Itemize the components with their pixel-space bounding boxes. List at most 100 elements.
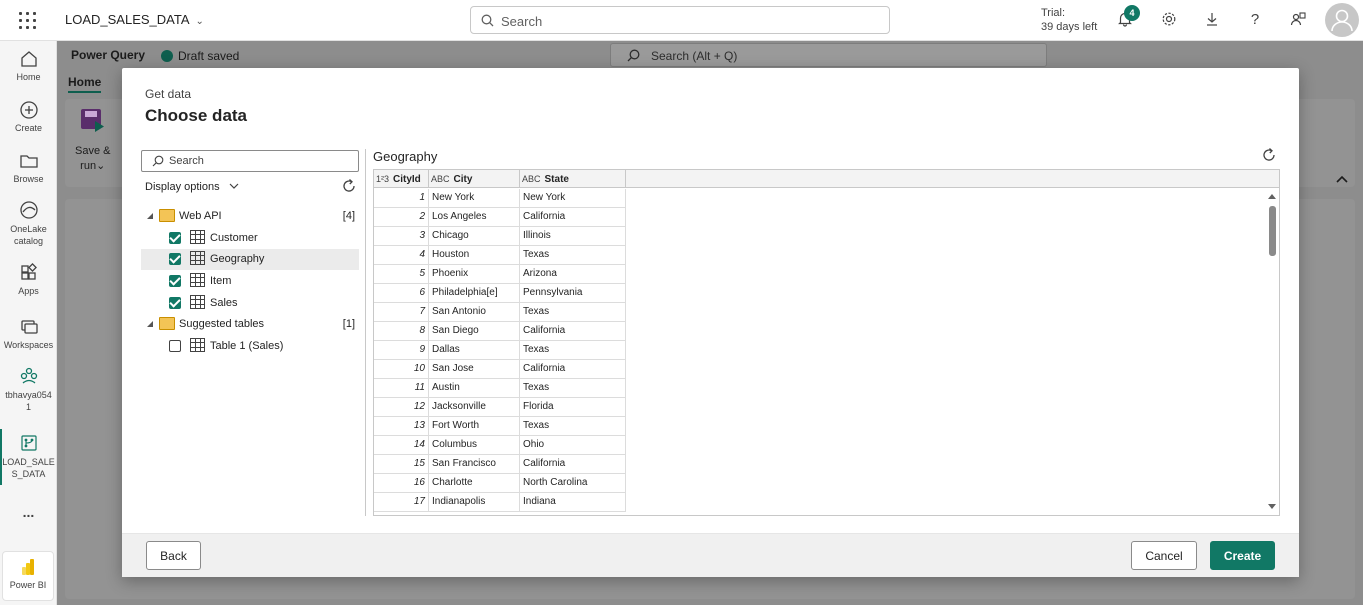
nav-more-button[interactable]: ... <box>0 504 57 520</box>
share-feedback-icon[interactable] <box>1289 11 1307 29</box>
cell-cityid[interactable]: 10 <box>374 360 429 379</box>
cell-state[interactable]: Texas <box>520 417 626 436</box>
cell-cityid[interactable]: 8 <box>374 322 429 341</box>
cell-cityid[interactable]: 5 <box>374 265 429 284</box>
scroll-down-arrow-icon[interactable] <box>1268 504 1276 509</box>
nav-browse[interactable]: Browse <box>0 151 57 184</box>
cell-state[interactable]: Texas <box>520 341 626 360</box>
cell-city[interactable]: San Diego <box>429 322 520 341</box>
cell-state[interactable]: New York <box>520 189 626 208</box>
cell-cityid[interactable]: 15 <box>374 455 429 474</box>
navigator-refresh-icon[interactable] <box>341 178 357 194</box>
cell-city[interactable]: Philadelphia[e] <box>429 284 520 303</box>
cell-cityid[interactable]: 3 <box>374 227 429 246</box>
cell-state[interactable]: Illinois <box>520 227 626 246</box>
cell-state[interactable]: Texas <box>520 246 626 265</box>
cell-state[interactable]: Pennsylvania <box>520 284 626 303</box>
table1-sales-checkbox[interactable] <box>169 340 181 352</box>
preview-refresh-icon[interactable] <box>1261 147 1277 163</box>
preview-vertical-scrollbar[interactable] <box>1265 188 1279 515</box>
cell-city[interactable]: San Jose <box>429 360 520 379</box>
settings-gear-icon[interactable] <box>1160 11 1178 29</box>
cell-city[interactable]: Charlotte <box>429 474 520 493</box>
cell-cityid[interactable]: 9 <box>374 341 429 360</box>
cell-state[interactable]: Arizona <box>520 265 626 284</box>
nav-load-sales-data[interactable]: LOAD_SALE S_DATA <box>0 433 57 480</box>
cell-cityid[interactable]: 1 <box>374 189 429 208</box>
scroll-up-arrow-icon[interactable] <box>1268 194 1276 199</box>
cell-city[interactable]: New York <box>429 189 520 208</box>
cell-city[interactable]: Phoenix <box>429 265 520 284</box>
app-launcher-icon[interactable] <box>19 12 37 30</box>
back-button[interactable]: Back <box>146 541 201 570</box>
nav-workspace-tbhavya[interactable]: tbhavya054 1 <box>0 366 57 413</box>
cell-city[interactable]: Los Angeles <box>429 208 520 227</box>
tree-item-geography[interactable]: Geography <box>141 249 359 270</box>
navigator-search-input[interactable]: Search <box>141 150 359 172</box>
cell-state[interactable]: Texas <box>520 379 626 398</box>
cell-cityid[interactable]: 17 <box>374 493 429 512</box>
cell-cityid[interactable]: 14 <box>374 436 429 455</box>
cell-cityid[interactable]: 12 <box>374 398 429 417</box>
cell-cityid[interactable]: 16 <box>374 474 429 493</box>
cell-state[interactable]: Indiana <box>520 493 626 512</box>
cell-city[interactable]: Indianapolis <box>429 493 520 512</box>
global-search-input[interactable]: Search <box>470 6 890 34</box>
nav-workspaces[interactable]: Workspaces <box>0 317 57 350</box>
workspaces-icon <box>20 320 38 334</box>
tree-item-table1-sales[interactable]: Table 1 (Sales) <box>141 336 359 357</box>
cell-state[interactable]: Texas <box>520 303 626 322</box>
help-icon[interactable]: ? <box>1246 11 1264 29</box>
cell-city[interactable]: Austin <box>429 379 520 398</box>
nav-create[interactable]: Create <box>0 100 57 133</box>
tree-folder-suggested-tables[interactable]: Suggested tables [1] <box>141 314 359 335</box>
cell-cityid[interactable]: 13 <box>374 417 429 436</box>
customer-checkbox[interactable] <box>169 232 181 244</box>
expand-collapse-icon[interactable] <box>147 213 153 219</box>
cell-cityid[interactable]: 2 <box>374 208 429 227</box>
tree-item-customer[interactable]: Customer <box>141 228 359 249</box>
cell-state[interactable]: California <box>520 360 626 379</box>
item-checkbox[interactable] <box>169 275 181 287</box>
cell-state[interactable]: North Carolina <box>520 474 626 493</box>
cell-state[interactable]: Florida <box>520 398 626 417</box>
cell-cityid[interactable]: 4 <box>374 246 429 265</box>
cell-state[interactable]: California <box>520 208 626 227</box>
column-header-cityid[interactable]: 1²3 CityId <box>374 170 429 188</box>
cell-state[interactable]: Ohio <box>520 436 626 455</box>
cell-city[interactable]: Fort Worth <box>429 417 520 436</box>
nav-home[interactable]: Home <box>0 49 57 82</box>
cell-city[interactable]: Jacksonville <box>429 398 520 417</box>
cell-state[interactable]: California <box>520 322 626 341</box>
nav-onelake-catalog[interactable]: OneLake catalog <box>0 200 57 247</box>
cell-state[interactable]: California <box>520 455 626 474</box>
cell-cityid[interactable]: 6 <box>374 284 429 303</box>
cell-city[interactable]: Chicago <box>429 227 520 246</box>
display-options-dropdown[interactable]: Display options <box>145 181 239 193</box>
tree-folder-web-api[interactable]: Web API [4] <box>141 206 359 227</box>
user-avatar[interactable] <box>1325 3 1359 37</box>
column-header-state[interactable]: ABC State <box>520 170 626 188</box>
cell-city[interactable]: San Antonio <box>429 303 520 322</box>
cell-city[interactable]: Columbus <box>429 436 520 455</box>
create-button[interactable]: Create <box>1210 541 1275 570</box>
column-header-city[interactable]: ABC City <box>429 170 520 188</box>
sales-checkbox[interactable] <box>169 297 181 309</box>
download-icon[interactable] <box>1203 11 1221 29</box>
cancel-button[interactable]: Cancel <box>1131 541 1197 570</box>
tree-item-item[interactable]: Item <box>141 271 359 292</box>
cell-city[interactable]: San Francisco <box>429 455 520 474</box>
item-title[interactable]: LOAD_SALES_DATA ⌄ <box>65 12 204 27</box>
nav-apps[interactable]: Apps <box>0 263 57 296</box>
tree-item-sales[interactable]: Sales <box>141 293 359 314</box>
cell-city[interactable]: Houston <box>429 246 520 265</box>
cell-cityid[interactable]: 7 <box>374 303 429 322</box>
scrollbar-thumb[interactable] <box>1269 206 1276 256</box>
expand-collapse-icon[interactable] <box>147 321 153 327</box>
cell-cityid[interactable]: 11 <box>374 379 429 398</box>
geography-checkbox[interactable] <box>169 253 181 265</box>
power-bi-switcher[interactable]: Power BI <box>2 551 54 601</box>
pane-splitter[interactable] <box>365 149 366 516</box>
cell-city[interactable]: Dallas <box>429 341 520 360</box>
dialog-subtitle: Get data <box>145 87 192 101</box>
